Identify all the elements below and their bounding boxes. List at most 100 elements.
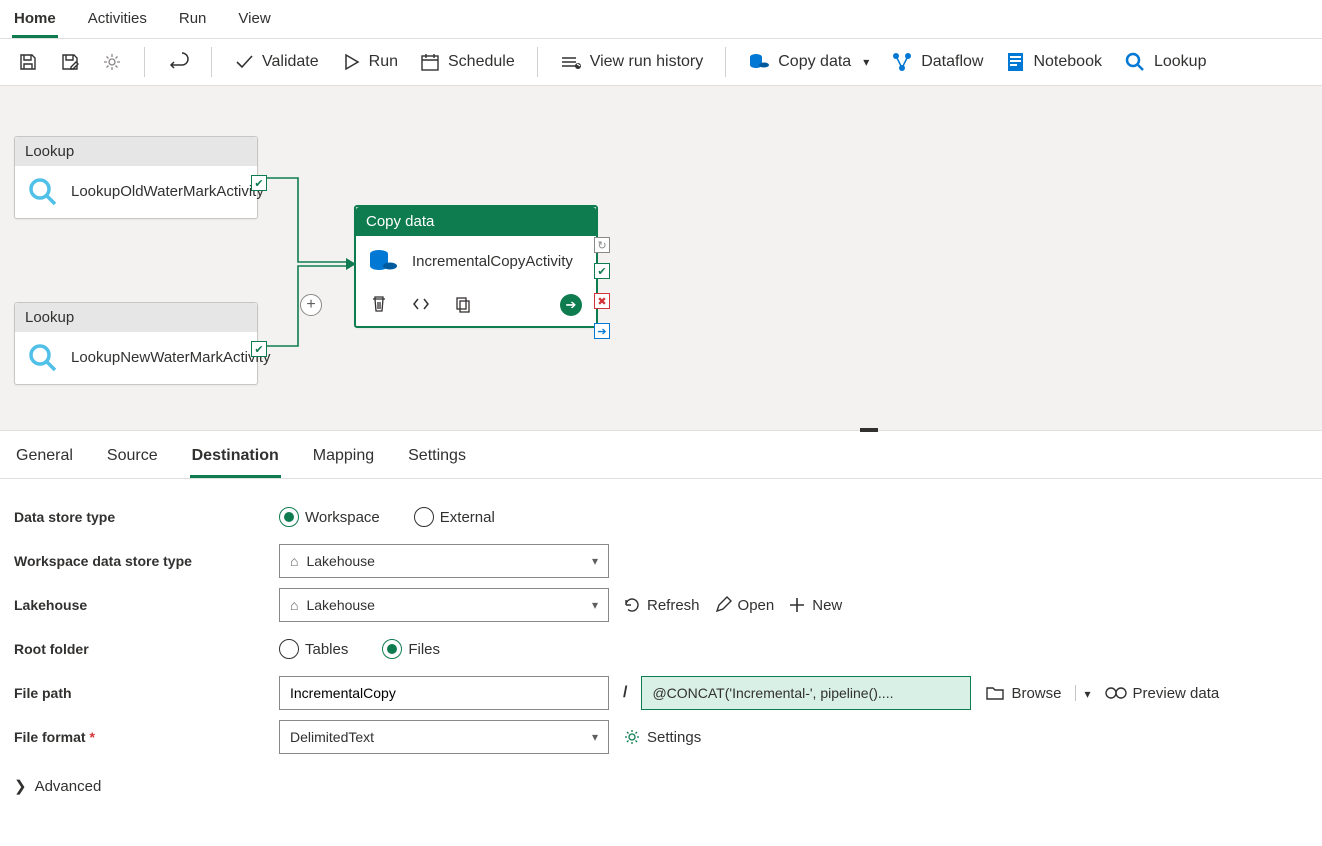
- activity-name: LookupOldWaterMarkActivity: [71, 183, 264, 202]
- filepath-label: File path: [14, 685, 279, 701]
- chevron-down-icon: ▾: [1084, 687, 1090, 701]
- chevron-down-icon: ▾: [592, 730, 598, 744]
- connector-lines: [258, 166, 358, 366]
- radio-icon: [279, 507, 299, 527]
- nav-tab-home[interactable]: Home: [12, 6, 58, 38]
- refresh-button[interactable]: Refresh: [623, 596, 700, 614]
- plus-icon: [788, 596, 806, 614]
- lakehouse-icon: ⌂: [290, 597, 298, 613]
- format-settings-button[interactable]: Settings: [623, 728, 701, 746]
- fileformat-select[interactable]: DelimitedText ▾: [279, 720, 609, 754]
- browse-chevron[interactable]: ▾: [1075, 685, 1090, 701]
- completion-port-icon[interactable]: ➔: [594, 323, 610, 339]
- notebook-button[interactable]: Notebook: [999, 47, 1108, 77]
- undo-button[interactable]: [161, 47, 195, 77]
- radio-external[interactable]: External: [414, 507, 495, 527]
- destination-form: Data store type Workspace External Works…: [0, 479, 1322, 815]
- lakehouse-select[interactable]: ⌂ Lakehouse ▾: [279, 588, 609, 622]
- new-button[interactable]: New: [788, 596, 842, 614]
- nav-tab-activities[interactable]: Activities: [86, 6, 149, 38]
- run-button[interactable]: Run: [335, 48, 404, 76]
- chevron-down-icon: ▾: [592, 598, 598, 612]
- preview-button[interactable]: Preview data: [1105, 685, 1220, 702]
- success-port-icon[interactable]: ✔: [251, 341, 267, 357]
- edit-icon: [714, 596, 732, 614]
- run-label: Run: [369, 53, 398, 71]
- save-as-button[interactable]: [54, 48, 86, 76]
- undo-icon: [167, 51, 189, 73]
- tab-source[interactable]: Source: [105, 441, 160, 478]
- history-button[interactable]: View run history: [554, 48, 710, 76]
- copydata-button[interactable]: Copy data ▾: [742, 47, 875, 77]
- tab-mapping[interactable]: Mapping: [311, 441, 376, 478]
- pipeline-canvas[interactable]: Lookup LookupOldWaterMarkActivity ✔ Look…: [0, 86, 1322, 431]
- lakehouse-label: Lakehouse: [14, 597, 279, 613]
- filepath-filename-input[interactable]: @CONCAT('Incremental-', pipeline()....: [641, 676, 971, 710]
- gear-icon: [623, 728, 641, 746]
- radio-icon: [382, 639, 402, 659]
- delete-button[interactable]: [370, 295, 388, 316]
- resize-handle[interactable]: [860, 428, 878, 432]
- lookup-toolbar-button[interactable]: Lookup: [1118, 47, 1213, 77]
- radio-workspace[interactable]: Workspace: [279, 507, 380, 527]
- notebook-label: Notebook: [1033, 53, 1102, 71]
- ws-type-select[interactable]: ⌂ Lakehouse ▾: [279, 544, 609, 578]
- notebook-icon: [1005, 51, 1025, 73]
- add-activity-button[interactable]: +: [300, 294, 322, 316]
- browse-button[interactable]: Browse: [985, 684, 1061, 702]
- search-icon: [1124, 51, 1146, 73]
- play-icon: [341, 52, 361, 72]
- activity-copy-data[interactable]: Copy data IncrementalCopyActivity ➔ ↻ ✔ …: [354, 205, 598, 328]
- schedule-button[interactable]: Schedule: [414, 48, 521, 76]
- activity-name: IncrementalCopyActivity: [412, 253, 573, 272]
- save-button[interactable]: [12, 48, 44, 76]
- tab-destination[interactable]: Destination: [190, 441, 281, 478]
- radio-tables[interactable]: Tables: [279, 639, 348, 659]
- search-icon: [27, 176, 59, 208]
- activity-lookup-new[interactable]: Lookup LookupNewWaterMarkActivity ✔: [14, 302, 258, 385]
- copydata-label: Copy data: [778, 53, 851, 71]
- nav-tab-view[interactable]: View: [236, 6, 272, 38]
- copy-icon: [454, 295, 472, 313]
- datastore-type-label: Data store type: [14, 509, 279, 525]
- fail-port-icon[interactable]: ✖: [594, 293, 610, 309]
- ws-type-label: Workspace data store type: [14, 553, 279, 569]
- search-icon: [27, 342, 59, 374]
- save-icon: [18, 52, 38, 72]
- history-label: View run history: [590, 53, 704, 71]
- open-button[interactable]: Open: [714, 596, 775, 614]
- validate-button[interactable]: Validate: [228, 48, 325, 76]
- activity-name: LookupNewWaterMarkActivity: [71, 349, 271, 368]
- refresh-icon: [623, 596, 641, 614]
- code-button[interactable]: [412, 295, 430, 316]
- success-port-icon[interactable]: ✔: [594, 263, 610, 279]
- path-separator: /: [623, 684, 627, 702]
- calendar-icon: [420, 52, 440, 72]
- check-icon: [234, 52, 254, 72]
- tab-general[interactable]: General: [14, 441, 75, 478]
- clone-button[interactable]: [454, 295, 472, 316]
- validate-label: Validate: [262, 53, 319, 71]
- filepath-folder-input[interactable]: [279, 676, 609, 710]
- code-icon: [412, 295, 430, 313]
- run-activity-button[interactable]: ➔: [560, 294, 582, 316]
- settings-button[interactable]: [96, 48, 128, 76]
- activity-type-label: Copy data: [356, 207, 596, 236]
- radio-files[interactable]: Files: [382, 639, 440, 659]
- activity-lookup-old[interactable]: Lookup LookupOldWaterMarkActivity ✔: [14, 136, 258, 219]
- schedule-label: Schedule: [448, 53, 515, 71]
- gear-icon: [102, 52, 122, 72]
- chevron-right-icon: ❯: [14, 777, 27, 795]
- copydata-icon: [368, 246, 400, 278]
- tab-settings[interactable]: Settings: [406, 441, 468, 478]
- dataflow-button[interactable]: Dataflow: [885, 47, 989, 77]
- skip-port-icon[interactable]: ↻: [594, 237, 610, 253]
- activity-type-label: Lookup: [15, 137, 257, 166]
- nav-tab-run[interactable]: Run: [177, 6, 209, 38]
- activity-type-label: Lookup: [15, 303, 257, 332]
- toolbar-separator: [725, 47, 726, 77]
- radio-icon: [279, 639, 299, 659]
- advanced-toggle[interactable]: ❯ Advanced: [14, 759, 1308, 795]
- toolbar-separator: [211, 47, 212, 77]
- success-port-icon[interactable]: ✔: [251, 175, 267, 191]
